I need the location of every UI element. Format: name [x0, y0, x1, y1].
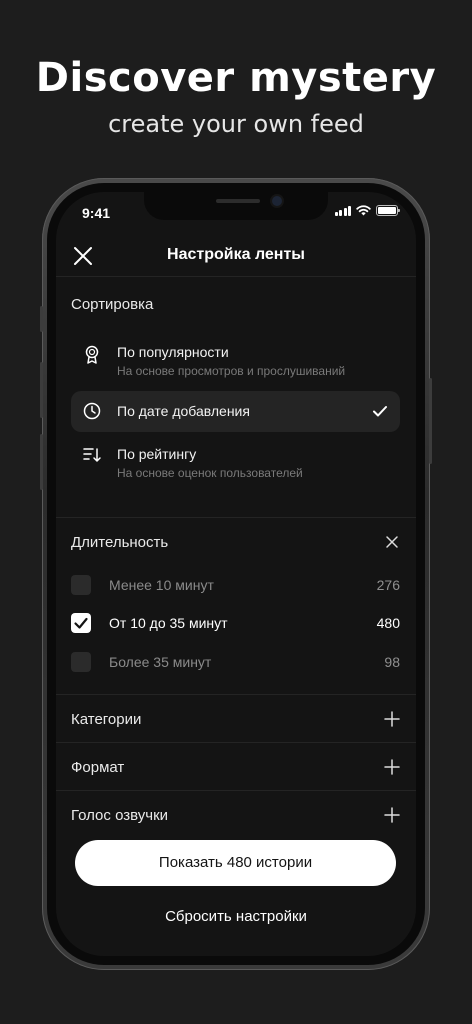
show-results-button[interactable]: Показать 480 истории	[75, 840, 396, 886]
page-title: Настройка ленты	[167, 246, 305, 263]
sort-option-subtitle: На основе оценок пользователей	[117, 466, 303, 480]
checkbox-checked[interactable]	[71, 613, 91, 633]
sort-option-label: По популярности	[117, 344, 229, 360]
clock-icon	[83, 402, 101, 420]
battery-icon	[376, 205, 400, 216]
award-icon	[85, 345, 99, 364]
notch	[144, 192, 328, 220]
duration-option-count: 98	[384, 654, 400, 670]
duration-option-label: Более 35 минут	[109, 654, 212, 670]
wifi-icon	[356, 205, 371, 216]
sort-option-label: По дате добавления	[117, 403, 250, 419]
filter-label: Категории	[71, 711, 142, 728]
plus-icon	[384, 807, 400, 823]
filter-voice[interactable]: Голос озвучки	[56, 791, 416, 839]
status-time: 9:41	[82, 205, 111, 221]
sort-section-title: Сортировка	[71, 296, 154, 313]
duration-option-count: 276	[376, 577, 400, 593]
filter-categories[interactable]: Категории	[56, 695, 416, 743]
header-divider	[56, 276, 416, 277]
signal-icon	[334, 205, 351, 216]
checkbox[interactable]	[71, 652, 91, 672]
phone-volume-up	[40, 362, 43, 418]
check-icon	[373, 406, 387, 417]
filter-format[interactable]: Формат	[56, 743, 416, 791]
promo-subtitle: create your own feed	[108, 110, 364, 138]
duration-option[interactable]: Более 35 минут 98	[71, 647, 400, 677]
duration-section-title: Длительность	[71, 534, 169, 551]
reset-settings-button[interactable]: Сбросить настройки	[56, 908, 416, 925]
filter-label: Голос озвучки	[71, 807, 169, 824]
checkbox[interactable]	[71, 575, 91, 595]
filter-label: Формат	[71, 759, 125, 776]
phone-power-button	[429, 378, 432, 464]
clear-duration-icon[interactable]	[384, 534, 400, 550]
plus-icon	[384, 711, 400, 727]
plus-icon	[384, 759, 400, 775]
duration-option-count: 480	[376, 615, 400, 631]
duration-option[interactable]: Менее 10 минут 276	[71, 570, 400, 600]
phone-screen: 9:41 Настройка ленты Сортировка По попул…	[56, 192, 416, 956]
section-divider	[56, 517, 416, 518]
sort-option-popularity[interactable]: По популярности На основе просмотров и п…	[71, 332, 400, 384]
sort-option-date[interactable]: По дате добавления	[71, 391, 400, 432]
check-icon	[74, 617, 88, 629]
sort-option-rating[interactable]: По рейтингу На основе оценок пользовател…	[71, 434, 400, 486]
sort-option-label: По рейтингу	[117, 446, 197, 462]
earpiece	[216, 199, 260, 203]
header: Настройка ленты	[56, 236, 416, 276]
sort-rating-icon	[83, 448, 101, 462]
duration-option[interactable]: От 10 до 35 минут 480	[71, 608, 400, 638]
front-camera	[272, 196, 282, 206]
duration-option-label: Менее 10 минут	[109, 577, 214, 593]
phone-volume-down	[40, 434, 43, 490]
promo-title: Discover mystery	[35, 55, 437, 101]
phone-mute-switch	[40, 306, 43, 332]
status-icons	[334, 205, 400, 216]
sort-option-subtitle: На основе просмотров и прослушиваний	[117, 364, 346, 378]
duration-option-label: От 10 до 35 минут	[109, 615, 228, 631]
